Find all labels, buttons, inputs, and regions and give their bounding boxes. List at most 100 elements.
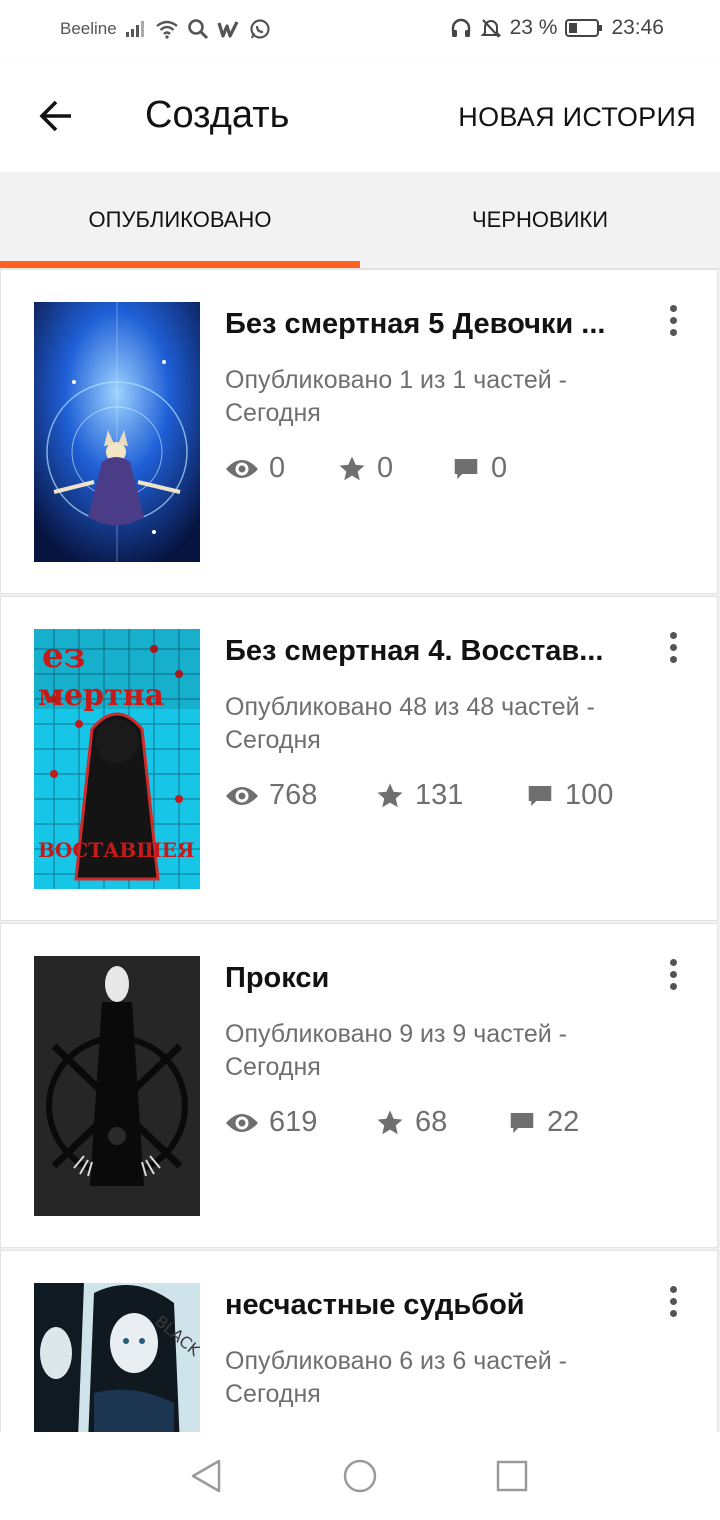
votes-stat: 131 <box>375 779 525 812</box>
status-right: 23 % 23:46 <box>450 16 664 40</box>
system-nav-bar <box>0 1432 720 1520</box>
story-cover-image[interactable]: ез мертна ВОСТАВШЕЯ <box>34 629 200 889</box>
votes-count: 131 <box>415 779 464 811</box>
page-title: Создать <box>145 94 290 136</box>
more-dot <box>669 328 677 336</box>
votes-count: 68 <box>415 1106 448 1138</box>
story-title[interactable]: Без смертная 4. Восстав... <box>225 635 635 668</box>
story-title[interactable]: Прокси <box>225 962 635 995</box>
nav-recents-button[interactable] <box>492 1456 532 1496</box>
circle-home-icon <box>343 1459 377 1493</box>
wattpad-icon <box>217 19 241 39</box>
eye-icon <box>226 459 258 478</box>
publish-date: Сегодня <box>225 399 321 427</box>
square-recents-icon <box>496 1460 528 1492</box>
more-dot <box>669 655 677 663</box>
more-options-button[interactable] <box>659 954 687 994</box>
more-dot <box>669 316 677 324</box>
story-cover-image[interactable] <box>34 956 200 1216</box>
comments-stat: 100 <box>525 779 613 812</box>
bell-muted-icon <box>480 17 502 39</box>
star-icon <box>339 456 365 480</box>
story-cover-image[interactable] <box>34 302 200 562</box>
more-dot <box>669 1309 677 1317</box>
svg-text:ез: ез <box>42 636 85 676</box>
more-dot <box>669 970 677 978</box>
publish-status: Опубликовано 1 из 1 частей - <box>225 366 568 394</box>
wifi-icon <box>155 19 179 39</box>
status-bar: Beeline 23 % 23:46 <box>0 0 720 62</box>
comment-icon <box>454 458 478 479</box>
views-stat: 619 <box>225 1106 375 1139</box>
story-card[interactable]: Прокси Опубликовано 9 из 9 частей - Сего… <box>0 923 718 1248</box>
views-count: 0 <box>269 452 286 484</box>
triangle-back-icon <box>191 1459 221 1493</box>
search-icon <box>187 18 209 40</box>
nav-back-button[interactable] <box>186 1456 226 1496</box>
story-stats: 768 131 100 <box>225 779 613 812</box>
back-button[interactable] <box>28 88 84 144</box>
views-count: 619 <box>269 1106 318 1138</box>
svg-text:мертна: мертна <box>38 678 164 713</box>
story-title[interactable]: несчастные судьбой <box>225 1289 635 1322</box>
tab-bar: ОПУБЛИКОВАНО ЧЕРНОВИКИ <box>0 172 720 269</box>
star-icon <box>377 1110 403 1134</box>
more-vertical-icon <box>669 304 677 312</box>
views-count: 768 <box>269 779 318 811</box>
story-card[interactable]: ез мертна ВОСТАВШЕЯ Без смертная 4. Восс… <box>0 596 718 921</box>
more-options-button[interactable] <box>659 1281 687 1321</box>
comment-icon <box>510 1112 534 1133</box>
more-vertical-icon <box>669 958 677 966</box>
views-stat: 768 <box>225 779 375 812</box>
comment-icon <box>528 785 552 806</box>
nav-home-button[interactable] <box>340 1456 380 1496</box>
more-vertical-icon <box>669 631 677 639</box>
comments-count: 100 <box>565 779 614 811</box>
app-bar: Создать НОВАЯ ИСТОРИЯ <box>0 62 720 172</box>
tab-drafts[interactable]: ЧЕРНОВИКИ <box>360 172 720 268</box>
publish-status: Опубликовано 9 из 9 частей - <box>225 1020 568 1048</box>
story-stats: 619 68 22 <box>225 1106 579 1139</box>
comments-stat: 22 <box>507 1106 579 1139</box>
signal-icon <box>125 20 147 38</box>
svg-text:ВОСТАВШЕЯ: ВОСТАВШЕЯ <box>38 838 195 862</box>
story-card[interactable]: BLACK несчастные судьбой Опубликовано 6 … <box>0 1250 718 1432</box>
views-stat: 0 <box>225 452 337 485</box>
status-left: Beeline <box>60 18 271 40</box>
votes-count: 0 <box>377 452 394 484</box>
more-dot <box>669 1297 677 1305</box>
eye-icon <box>226 1113 258 1132</box>
story-title[interactable]: Без смертная 5 Девочки ... <box>225 308 635 341</box>
comments-count: 22 <box>547 1106 580 1138</box>
headphones-icon <box>450 17 472 39</box>
comments-count: 0 <box>491 452 508 484</box>
story-stats: 0 0 0 <box>225 452 507 485</box>
story-publish-info: Опубликовано 6 из 6 частей - Сегодня <box>225 1345 665 1411</box>
publish-date: Сегодня <box>225 1053 321 1081</box>
new-story-button[interactable]: НОВАЯ ИСТОРИЯ <box>458 102 696 133</box>
more-vertical-icon <box>669 1285 677 1293</box>
whatsapp-icon <box>249 18 271 40</box>
tab-published[interactable]: ОПУБЛИКОВАНО <box>0 172 360 268</box>
comments-stat: 0 <box>451 452 507 485</box>
story-list: Без смертная 5 Девочки ... Опубликовано … <box>0 269 720 1432</box>
battery-percent: 23 % <box>509 16 558 39</box>
more-dot <box>669 982 677 990</box>
votes-stat: 68 <box>375 1106 507 1139</box>
eye-icon <box>226 786 258 805</box>
story-cover-image[interactable]: BLACK <box>34 1283 200 1432</box>
story-publish-info: Опубликовано 1 из 1 частей - Сегодня <box>225 364 665 430</box>
star-icon <box>377 783 403 807</box>
tab-indicator <box>0 261 360 268</box>
clock: 23:46 <box>611 16 664 39</box>
more-dot <box>669 643 677 651</box>
battery-icon <box>565 18 603 38</box>
more-options-button[interactable] <box>659 300 687 340</box>
story-card[interactable]: Без смертная 5 Девочки ... Опубликовано … <box>0 269 718 594</box>
publish-date: Сегодня <box>225 726 321 754</box>
carrier-name: Beeline <box>60 19 117 38</box>
votes-stat: 0 <box>337 452 451 485</box>
publish-status: Опубликовано 48 из 48 частей - <box>225 693 595 721</box>
publish-status: Опубликовано 6 из 6 частей - <box>225 1347 568 1375</box>
more-options-button[interactable] <box>659 627 687 667</box>
